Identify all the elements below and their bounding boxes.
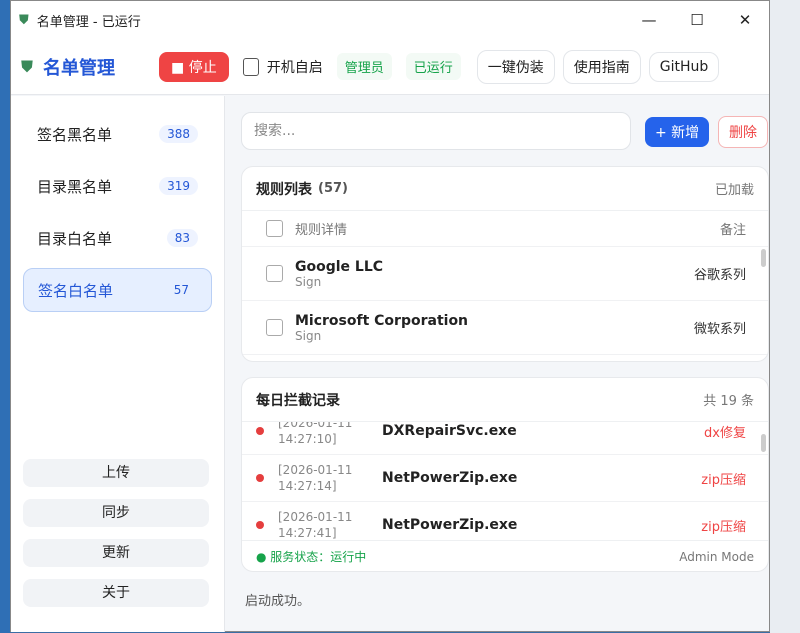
rule-type: Sign — [295, 328, 322, 343]
stop-button[interactable]: ■ 停止 — [159, 51, 229, 82]
app-header: ⛊ 名单管理 ■ 停止 开机自启 管理员 已运行 一键伪装 使用指南 GitHu… — [11, 39, 769, 95]
status-dot-icon — [256, 521, 264, 529]
maximize-button[interactable]: ☐ — [673, 11, 721, 29]
table-row[interactable]: Google LLC Sign 谷歌系列 — [242, 247, 768, 301]
sidebar-item-label: 签名白名单 — [38, 281, 114, 300]
app-window: ⛊ 名单管理 - 已运行 — ☐ ✕ ⛊ 名单管理 ■ 停止 开机自启 管理员 … — [10, 0, 770, 632]
log-exe: NetPowerZip.exe — [382, 470, 518, 486]
rules-loaded: 已加载 — [714, 183, 754, 198]
shield-icon: ⛊ — [21, 56, 34, 76]
autostart-label: 开机自启 — [266, 59, 323, 76]
log-row: [2026-01-11 14:27:10] DXRepairSvc.exe dx修复 — [242, 422, 768, 455]
add-button[interactable]: + 新增 — [645, 117, 710, 147]
scrollbar[interactable] — [761, 249, 766, 267]
sidebar-item-sign-whitelist[interactable]: 签名白名单 57 — [23, 268, 212, 312]
count-badge: 83 — [166, 229, 198, 247]
count-badge: 319 — [159, 177, 198, 195]
log-date: [2026-01-11 — [278, 510, 353, 524]
sidebar-item-dir-whitelist[interactable]: 目录白名单 83 — [23, 216, 212, 260]
about-button[interactable]: 关于 — [23, 579, 209, 607]
log-time: 14:27:10] — [278, 432, 337, 446]
log-time: 14:27:41] — [278, 526, 337, 540]
col-detail: 规则详情 — [295, 223, 348, 238]
log-exe: DXRepairSvc.exe — [382, 423, 517, 439]
desktop-background — [0, 0, 10, 633]
github-button[interactable]: GitHub — [648, 51, 720, 82]
minimize-button[interactable]: — — [625, 11, 673, 29]
log-tag: dx修复 — [704, 425, 746, 441]
count-badge: 388 — [159, 125, 198, 143]
upload-button[interactable]: 上传 — [23, 459, 209, 487]
rules-count: (57) — [318, 181, 348, 196]
rule-type: Sign — [295, 274, 322, 289]
log-row: [2026-01-11 14:27:41] NetPowerZip.exe zip压缩 — [242, 502, 768, 540]
shield-icon: ⛊ — [19, 12, 29, 28]
log-title: 每日拦截记录 — [256, 392, 340, 409]
status-badge: 已运行 — [405, 53, 461, 80]
scrollbar[interactable] — [761, 434, 766, 452]
status-dot-icon — [256, 474, 264, 482]
sidebar-item-dir-blacklist[interactable]: 目录黑名单 319 — [23, 164, 212, 208]
sidebar: 签名黑名单 388 目录黑名单 319 目录白名单 83 签名白名单 57 上传 同步 … — [11, 96, 225, 632]
rule-note: 微软系列 — [693, 322, 746, 337]
app-name: 名单管理 — [43, 57, 116, 79]
update-button[interactable]: 更新 — [23, 539, 209, 567]
sidebar-item-label: 目录黑名单 — [37, 177, 113, 196]
rule-name: Microsoft Corporation — [295, 312, 469, 329]
rule-name: Google LLC — [295, 258, 384, 275]
rules-title: 规则列表 — [256, 181, 312, 198]
status-message: 启动成功。 — [245, 594, 311, 609]
row-checkbox[interactable] — [266, 319, 283, 336]
row-checkbox[interactable] — [266, 265, 283, 282]
log-time: 14:27:14] — [278, 479, 337, 493]
mode-label: Admin Mode — [679, 549, 754, 564]
status-dot-icon — [256, 427, 264, 435]
title-bar: ⛊ 名单管理 - 已运行 — ☐ ✕ — [11, 1, 769, 39]
log-tag: zip压缩 — [701, 519, 746, 535]
select-all-checkbox[interactable] — [266, 220, 283, 237]
role-badge: 管理员 — [336, 53, 392, 80]
sidebar-item-sign-blacklist[interactable]: 签名黑名单 388 — [23, 112, 212, 156]
table-header: 规则详情 备注 — [242, 211, 768, 247]
log-tag: zip压缩 — [701, 472, 746, 488]
count-badge: 57 — [173, 283, 189, 297]
log-total: 共 19 条 — [703, 394, 754, 409]
close-button[interactable]: ✕ — [721, 11, 769, 29]
log-row: [2026-01-11 14:27:14] NetPowerZip.exe zip压缩 — [242, 455, 768, 502]
guide-button[interactable]: 使用指南 — [562, 49, 641, 84]
autostart-checkbox[interactable] — [242, 57, 259, 76]
log-date: [2026-01-11 — [278, 422, 353, 430]
sidebar-item-label: 签名黑名单 — [37, 125, 113, 144]
delete-button[interactable]: 删除 — [718, 116, 768, 148]
sidebar-item-label: 目录白名单 — [37, 229, 113, 248]
window-title: 名单管理 - 已运行 — [36, 14, 141, 30]
service-status: ● 服务状态：运行中 — [256, 550, 367, 564]
sync-button[interactable]: 同步 — [23, 499, 209, 527]
log-date: [2026-01-11 — [278, 463, 353, 477]
disguise-button[interactable]: 一键伪装 — [476, 49, 555, 84]
rule-note: 谷歌系列 — [693, 268, 746, 283]
search-input[interactable]: 搜索... — [241, 112, 631, 150]
table-row[interactable]: Microsoft Corporation Sign 微软系列 — [242, 301, 768, 355]
log-exe: NetPowerZip.exe — [382, 517, 518, 533]
rules-card: 规则列表 (57) 已加载 规则详情 备注 Google LLC Sign 谷歌系列 Mi… — [241, 166, 769, 362]
col-note: 备注 — [719, 223, 746, 238]
log-card: 每日拦截记录 共 19 条 [2026-01-11 14:27:10] DXRepai… — [241, 377, 769, 572]
desktop-background — [770, 0, 800, 633]
